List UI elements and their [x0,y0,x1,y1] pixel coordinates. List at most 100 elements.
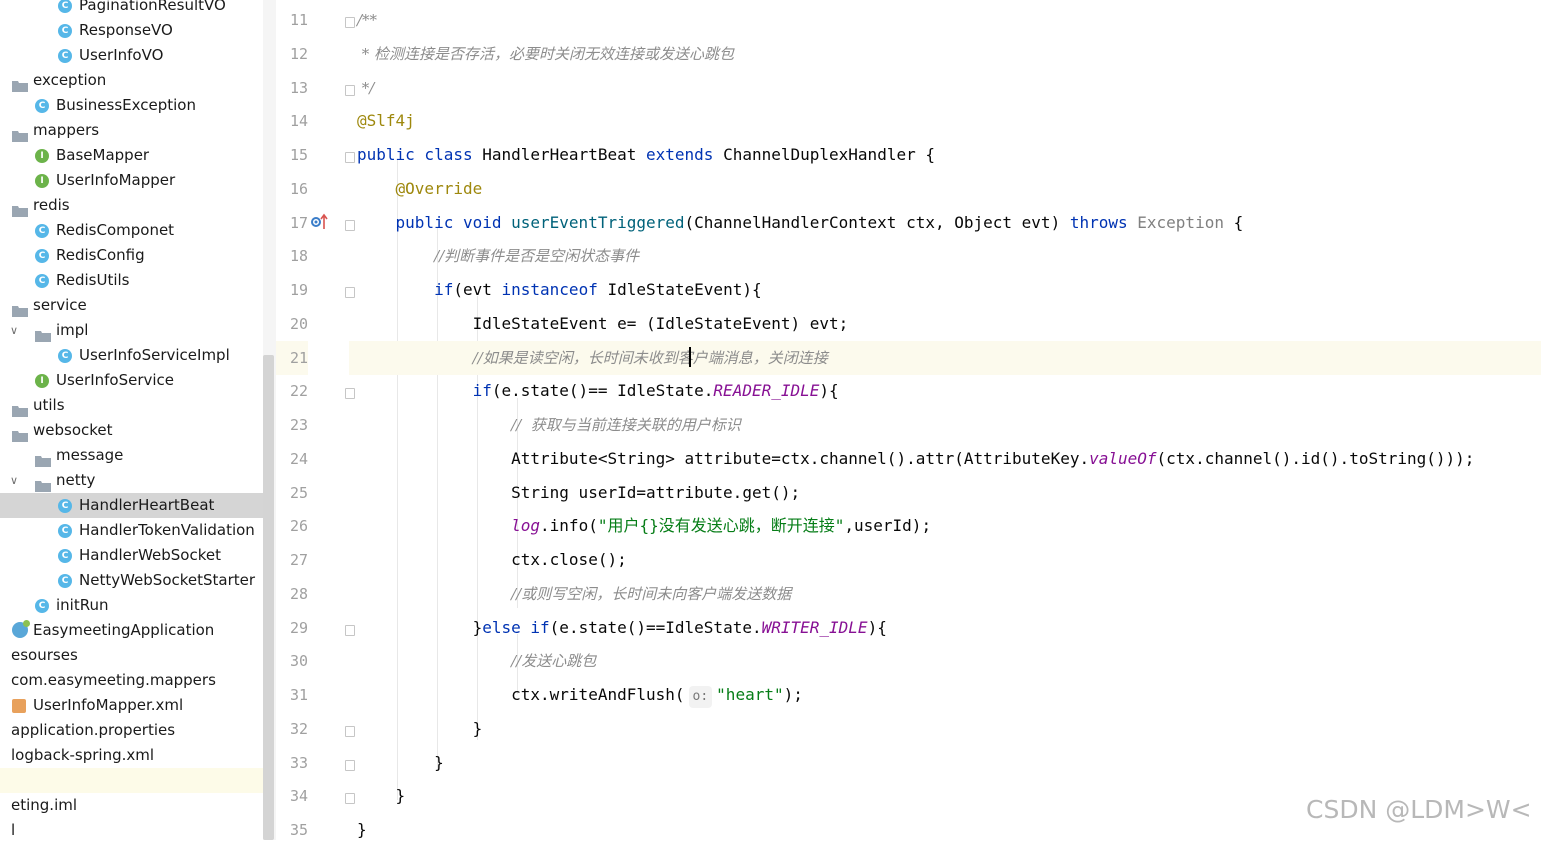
code-line[interactable]: if(e.state()== IdleState.READER_IDLE){ [349,374,1541,408]
tree-item[interactable]: C RedisUtils [0,268,263,293]
folder-icon [12,125,28,142]
tree-item[interactable]: application.properties [0,718,263,743]
tree-item[interactable]: CinitRun [0,593,263,618]
tree-item[interactable]: C ResponseVO [0,18,263,43]
code-line[interactable]: }else if(e.state()==IdleState.WRITER_IDL… [349,611,1541,645]
tree-item-label: esourses [11,646,78,664]
tree-item[interactable] [0,768,263,793]
code-token: ctx.close(); [357,550,627,569]
line-number: 13 [289,78,308,97]
code-line[interactable]: ctx.close(); [349,543,1541,577]
code-token: log [511,516,541,536]
chevron-down-icon[interactable]: ∨ [10,468,18,493]
tree-item[interactable]: C HandlerWebSocket [0,543,263,568]
tree-item[interactable]: C RedisComponet [0,218,263,243]
tree-item[interactable]: C UserInfoVO [0,43,263,68]
line-number: 19 [289,281,308,299]
folder-icon [35,450,51,467]
text-caret [689,347,691,367]
tree-item[interactable]: I UserInfoMapper [0,168,263,193]
watermark: CSDN @LDM>W< [1306,795,1532,824]
tree-item[interactable]: C HandlerTokenValidation [0,518,263,543]
code-line[interactable]: log.info("用户{}没有发送心跳，断开连接",userId); [349,509,1541,543]
code-line[interactable]: * 检测连接是否存活，必要时关闭无效连接或发送心跳包 [349,37,1541,71]
code-line[interactable]: //如果是读空闲，长时间未收到客户端消息，关闭连接 [349,340,1541,375]
code-line[interactable]: //或则写空闲，长时间未向客户端发送数据 [349,577,1541,611]
tree-item[interactable]: redis [0,193,263,218]
tree-item[interactable]: logback-spring.xml [0,743,263,768]
code-line[interactable]: //判断事件是否是空闲状态事件 [349,239,1541,273]
tree-item[interactable]: I BaseMapper [0,143,263,168]
tree-item[interactable]: ∨ netty [0,468,263,493]
tree-item[interactable]: service [0,293,263,318]
line-number: 35 [289,821,308,839]
code-line[interactable]: // 获取与当前连接关联的用户标识 [349,408,1541,442]
tree-item[interactable]: C UserInfoServiceImpl [0,343,263,368]
class-icon: C [35,274,49,288]
tree-item[interactable]: C RedisConfig [0,243,263,268]
code-line[interactable]: /** [349,3,1541,37]
tree-scrollbar-thumb[interactable] [263,355,274,840]
tree-item[interactable]: C BusinessException [0,93,263,118]
tree-item-label: l [11,821,16,839]
code-line[interactable]: @Slf4j [349,104,1541,138]
code-token: //发送心跳包 [511,652,597,671]
tree-item[interactable]: websocket [0,418,263,443]
line-number: 14 [289,112,308,131]
tree-item[interactable]: eting.iml [0,793,263,818]
code-line[interactable]: IdleStateEvent e= (IdleStateEvent) evt; [349,307,1541,341]
code-line[interactable]: //发送心跳包 [349,644,1541,678]
code-token: } [357,752,444,772]
class-icon: C [35,224,49,238]
code-token: public void [395,212,512,232]
tree-item-label: RedisConfig [56,246,145,264]
code-line[interactable]: } [349,712,1541,746]
tree-item-label: UserInfoServiceImpl [79,346,230,364]
code-line[interactable]: Attribute<String> attribute=ctx.channel(… [349,442,1541,476]
tree-item[interactable]: exception [0,68,263,93]
code-line[interactable]: String userId=attribute.get(); [349,476,1541,510]
tree-item[interactable]: I UserInfoService [0,368,263,393]
tree-item[interactable]: EasymeetingApplication [0,618,263,643]
code-line[interactable]: */ [349,71,1541,105]
tree-item-label: ResponseVO [79,21,173,39]
tree-item-label: EasymeetingApplication [33,621,215,639]
code-line[interactable]: } [349,746,1541,780]
tree-item[interactable]: com.easymeeting.mappers [0,668,263,693]
project-tree[interactable]: C PaginationResultVO C ResponseVO C UserInfoV… [0,0,263,840]
tree-item[interactable]: l [0,818,263,840]
code-token: //或则写空闲，长时间未向客户端发送数据 [511,584,792,603]
tree-item[interactable]: UserInfoMapper.xml [0,693,263,718]
code-line[interactable]: if(evt instanceof IdleStateEvent){ [349,273,1541,307]
class-icon: C [58,549,72,563]
editor-gutter[interactable]: 11 12 13 14 15 16 17 18 19 20 21 22 23 24 25 26 27 28 29 30… [276,0,355,840]
tree-item[interactable]: C PaginationResultVO [0,0,263,18]
tree-item[interactable]: esourses [0,643,263,668]
chevron-down-icon[interactable]: ∨ [10,318,18,343]
override-marker-icon[interactable] [310,213,330,231]
tree-item[interactable]: ∨ impl [0,318,263,343]
tree-item[interactable]: C HandlerHeartBeat [0,493,263,518]
tree-item-label: UserInfoMapper [56,171,176,189]
interface-icon: I [35,374,49,388]
tree-item[interactable]: mappers [0,118,263,143]
code-token: */ [357,78,375,97]
code-token: else if [482,617,550,637]
code-line[interactable]: @Override [349,172,1541,206]
code-line[interactable]: public class HandlerHeartBeat extends Ch… [349,138,1541,172]
tree-item-label: websocket [33,421,113,439]
tree-item-label: netty [56,471,96,489]
code-token: ){ [819,381,839,401]
xml-file-icon [12,699,26,713]
code-line[interactable]: ctx.writeAndFlush(o: "heart"); [349,678,1541,712]
code-token: //判断事件是否是空闲状态事件 [434,247,640,266]
tree-item[interactable]: C NettyWebSocketStarter [0,568,263,593]
tree-item[interactable]: utils [0,393,263,418]
code-editor[interactable]: /** * 检测连接是否存活，必要时关闭无效连接或发送心跳包 */ @Slf4j p… [349,0,1541,840]
code-line[interactable]: public void userEventTriggered(ChannelHa… [349,206,1541,240]
tree-item[interactable]: message [0,443,263,468]
